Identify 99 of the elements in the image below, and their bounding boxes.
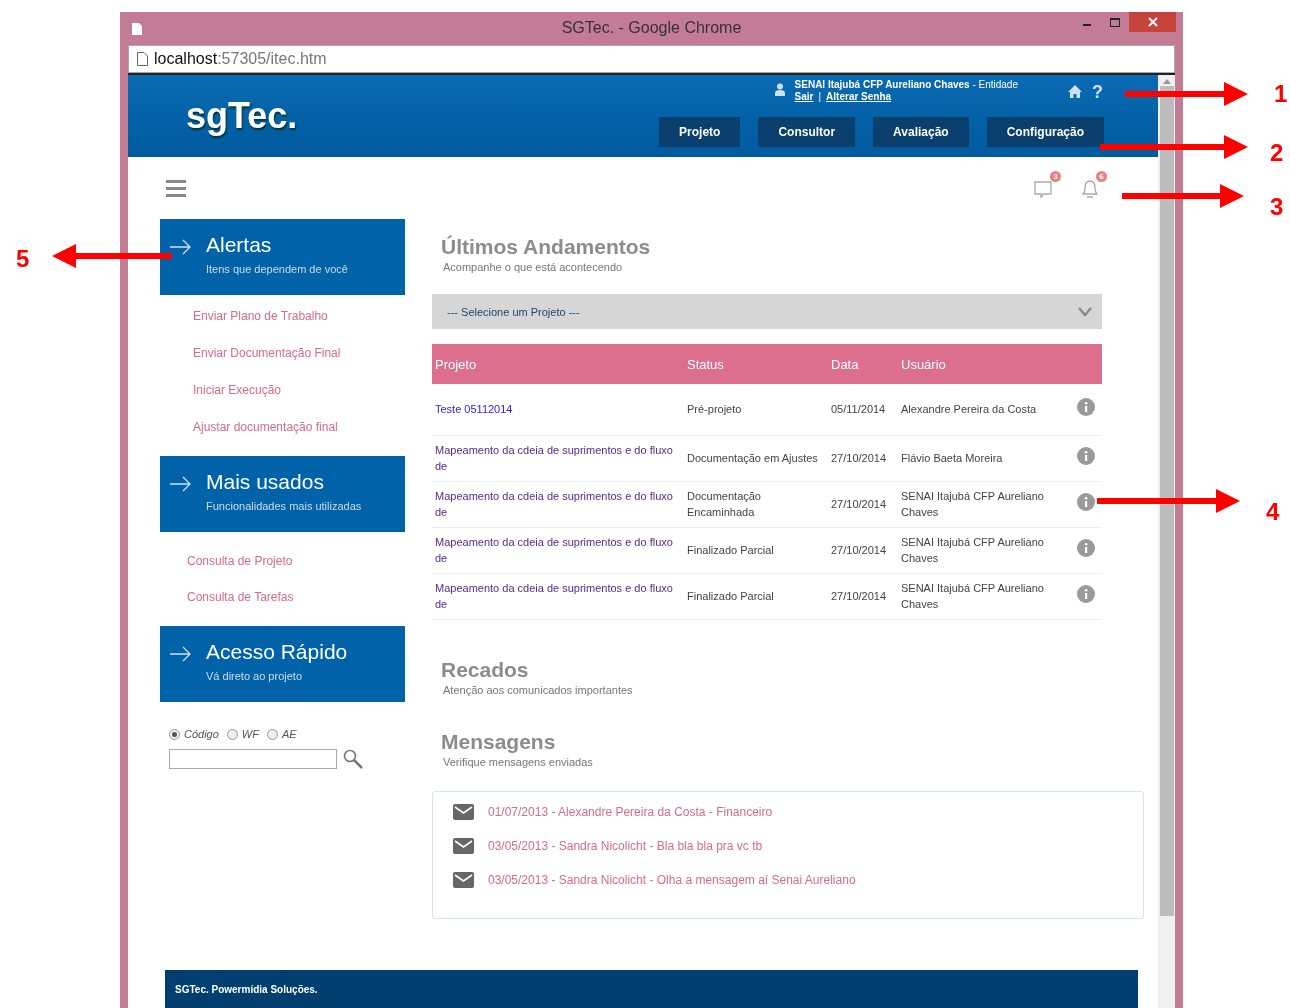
- date-text: 27/10/2014: [831, 452, 887, 464]
- status-text: Finalizado Parcial: [687, 590, 774, 602]
- column-header: Data: [828, 344, 898, 384]
- change-password-link[interactable]: Alterar Senha: [826, 91, 892, 103]
- radio-button[interactable]: [169, 728, 180, 740]
- page-icon: [137, 52, 148, 66]
- section-subtitle: Funcionalidades mais utilizadas: [206, 500, 362, 512]
- section-header[interactable]: Acesso Rápido Vá direto ao projeto: [160, 626, 405, 702]
- maximize-button[interactable]: [1110, 17, 1120, 27]
- envelope-icon: [453, 803, 474, 820]
- envelope-icon: [453, 871, 474, 888]
- message-link[interactable]: 01/07/2013 - Alexandre Pereira da Costa - Financeiro: [488, 804, 773, 819]
- user-name: SENAI Itajubá CFP Aureliano Chaves - Entidade: [794, 79, 1018, 91]
- nav-tab[interactable]: Configuração: [986, 117, 1104, 147]
- section-title: Acesso Rápido: [206, 640, 348, 664]
- separator: |: [818, 91, 822, 103]
- section-subtitle: Atenção aos comunicados importantes: [443, 683, 634, 696]
- radio-button[interactable]: [226, 728, 238, 740]
- info-icon[interactable]: [1077, 493, 1095, 511]
- info-icon[interactable]: [1077, 585, 1095, 603]
- section-subtitle: Itens que dependem de você: [206, 263, 348, 275]
- callout-number: 3: [1270, 193, 1284, 220]
- callout-number: 1: [1274, 80, 1288, 107]
- section-title: Mais usados: [206, 470, 325, 494]
- sidebar-link[interactable]: Consulta de Projeto: [187, 554, 405, 568]
- scroll-up-icon[interactable]: [1162, 78, 1171, 84]
- arrow-icon: [170, 476, 192, 492]
- date-text: 27/10/2014: [831, 544, 887, 556]
- radio-label: WF: [241, 728, 259, 740]
- info-icon[interactable]: [1077, 447, 1095, 465]
- callout-number: 2: [1270, 139, 1284, 166]
- arrow-icon: [170, 239, 192, 255]
- logo[interactable]: sgTec.: [186, 95, 298, 157]
- count-badge: 6: [1096, 171, 1107, 182]
- message-link[interactable]: 03/05/2013 - Sandra Nicolicht - Bla bla bla pra vc tb: [488, 838, 763, 853]
- project-link[interactable]: Mapeamento da cdeia de suprimentos e do fluxo de: [435, 442, 681, 474]
- scrollbar[interactable]: [1158, 75, 1175, 1008]
- sidebar-link[interactable]: Consulta de Tarefas: [187, 590, 405, 604]
- date-text: 05/11/2014: [831, 403, 886, 416]
- project-link[interactable]: Mapeamento da cdeia de suprimentos e do fluxo de: [435, 580, 681, 612]
- callout-number: 4: [1266, 498, 1280, 525]
- close-icon: [1147, 17, 1158, 27]
- status-text: Documentação Encaminhada: [687, 490, 761, 518]
- info-icon[interactable]: [1077, 398, 1095, 417]
- arrow-icon: [170, 646, 192, 662]
- radio-button[interactable]: [266, 728, 278, 740]
- column-header: Projeto: [432, 344, 684, 384]
- footer-text: SGTec. Powermídia Soluções.: [175, 983, 318, 995]
- window-title: SGTec. - Google Chrome: [561, 19, 742, 36]
- close-button[interactable]: [1129, 12, 1176, 32]
- project-select[interactable]: --- Selecione um Projeto ---: [432, 294, 1102, 329]
- home-icon[interactable]: [1068, 85, 1082, 98]
- section-subtitle: Verifique mensagens enviadas: [443, 755, 594, 768]
- column-header: Usuário: [898, 344, 1074, 384]
- address-bar[interactable]: localhost:57305/itec.htm: [128, 45, 1175, 73]
- user-text: SENAI Itajubá CFP Aureliano Chaves: [901, 582, 1044, 610]
- user-text: SENAI Itajubá CFP Aureliano Chaves: [901, 490, 1044, 518]
- message-link[interactable]: 03/05/2013 - Sandra Nicolicht - Olha a mensagem aí Senai Aureliano: [488, 872, 856, 887]
- envelope-icon: [453, 837, 474, 854]
- sidebar-link[interactable]: Iniciar Execução: [193, 383, 405, 397]
- radio-label: Código: [184, 728, 219, 740]
- user-text: Flávio Baeta Moreira: [901, 452, 1003, 464]
- radio-label: AE: [281, 728, 297, 740]
- section-subtitle: Acompanhe o que está acontecendo: [443, 261, 624, 273]
- sidebar-link[interactable]: Enviar Plano de Trabalho: [193, 309, 405, 323]
- status-text: Pré-projeto: [687, 403, 742, 416]
- menu-icon[interactable]: [166, 179, 186, 197]
- sidebar-link[interactable]: Enviar Documentação Final: [193, 346, 405, 360]
- date-text: 27/10/2014: [831, 590, 887, 602]
- section-title: Mensagens: [441, 729, 557, 754]
- nav-tab[interactable]: Avaliação: [873, 117, 969, 147]
- project-link[interactable]: Mapeamento da cdeia de suprimentos e do fluxo de: [435, 534, 681, 566]
- count-badge: 3: [1050, 171, 1061, 182]
- section-title: Últimos Andamentos: [441, 235, 652, 259]
- document-icon: [132, 22, 142, 35]
- nav-tab[interactable]: Consultor: [758, 117, 856, 147]
- callout-number: 5: [16, 245, 30, 272]
- logout-link[interactable]: Sair: [794, 91, 814, 103]
- search-icon[interactable]: [343, 749, 363, 769]
- section-title: Alertas: [206, 233, 273, 257]
- info-icon[interactable]: [1077, 539, 1095, 557]
- user-text: Alexandre Pereira da Costa: [901, 403, 1037, 416]
- column-header: Status: [684, 344, 828, 384]
- project-link[interactable]: Mapeamento da cdeia de suprimentos e do fluxo de: [435, 488, 681, 520]
- search-field[interactable]: [169, 749, 337, 769]
- section-header[interactable]: Alertas Itens que dependem de você: [160, 219, 405, 295]
- section-title: Recados: [441, 657, 530, 682]
- section-subtitle: Vá direto ao projeto: [206, 670, 303, 682]
- date-text: 27/10/2014: [831, 498, 887, 510]
- user-icon: [774, 83, 785, 96]
- status-text: Finalizado Parcial: [687, 544, 774, 556]
- chevron-icon: [1078, 305, 1092, 318]
- nav-tab[interactable]: Projeto: [659, 117, 741, 147]
- project-link[interactable]: Teste 05112014: [435, 401, 681, 418]
- section-header[interactable]: Mais usados Funcionalidades mais utilizadas: [160, 456, 405, 532]
- user-text: SENAI Itajubá CFP Aureliano Chaves: [901, 536, 1044, 564]
- help-icon[interactable]: ?: [1092, 82, 1103, 103]
- status-text: Documentação em Ajustes: [687, 452, 818, 464]
- sidebar-link[interactable]: Ajustar documentação final: [193, 420, 405, 434]
